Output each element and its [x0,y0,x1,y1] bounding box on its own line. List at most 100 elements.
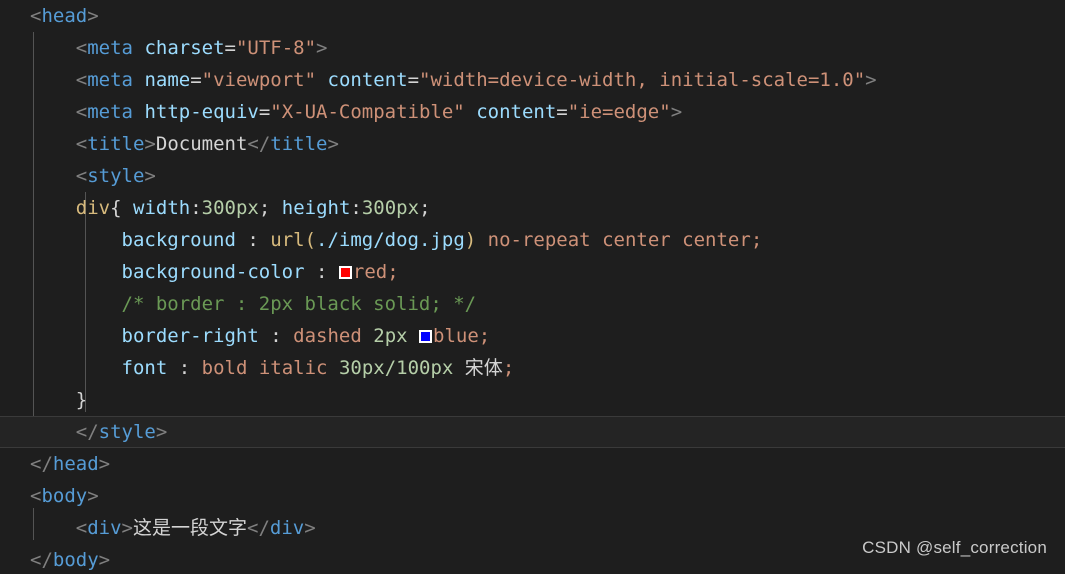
angle-bracket-close: > [87,485,99,507]
code-line-15[interactable]: </head> [0,448,1065,480]
equals-sign: = [258,101,271,123]
css-property-border-right: border-right [121,325,259,347]
code-line-13[interactable]: } [0,384,1065,416]
code-line-6[interactable]: <style> [0,160,1065,192]
closing-bracket-open: </ [75,421,99,443]
attribute-charset: charset [144,37,225,59]
div-text-content: 这是一段文字 [133,517,248,539]
tag-name-style: style [87,165,145,187]
equals-sign: = [407,69,420,91]
tag-name-div: div [87,517,122,539]
angle-bracket-open: < [30,5,42,27]
brace-open: { [110,197,122,219]
css-comment-border: /* border : 2px black solid; */ [121,293,477,315]
tag-name-meta: meta [87,37,133,59]
angle-bracket-open: < [75,517,88,539]
css-keyword-bold: bold [201,357,248,379]
closing-bracket-open: </ [247,517,270,539]
angle-bracket-open: < [75,133,88,155]
css-value-blue: blue [433,325,479,347]
code-line-16[interactable]: <body> [0,480,1065,512]
css-property-width: width [133,197,191,219]
colon: : [316,261,328,283]
closing-bracket-close: > [155,421,168,443]
code-line-12[interactable]: font : bold italic 30px/100px 宋体; [0,352,1065,384]
css-value-border-width: 2px [373,325,408,347]
brace-close: } [75,389,88,411]
css-keyword-no-repeat: no-repeat [487,229,591,251]
code-line-2[interactable]: <meta charset="UTF-8"> [0,32,1065,64]
code-editor[interactable]: <head> <meta charset="UTF-8"> <meta name… [0,0,1065,574]
closing-bracket-close: > [327,133,339,155]
attribute-value: "width=device-width, initial-scale=1.0" [419,69,866,91]
code-line-10[interactable]: /* border : 2px black solid; */ [0,288,1065,320]
code-line-1[interactable]: <head> [0,0,1065,32]
closing-tag-name-body: body [52,549,99,571]
css-selector-div: div [75,197,111,219]
closing-tag-name-head: head [52,453,99,475]
attribute-value: "UTF-8" [235,37,317,59]
csdn-watermark: CSDN @self_correction [862,538,1047,557]
paren-open: ( [304,229,317,251]
css-property-background: background [121,229,236,251]
colon: : [247,229,259,251]
code-line-5[interactable]: <title>Document</title> [0,128,1065,160]
attribute-name: name [144,69,191,91]
colon: : [190,197,202,219]
css-keyword-italic: italic [258,357,328,379]
code-line-3[interactable]: <meta name="viewport" content="width=dev… [0,64,1065,96]
title-text: Document [155,133,248,155]
angle-bracket-close: > [121,517,133,539]
code-line-4[interactable]: <meta http-equiv="X-UA-Compatible" conte… [0,96,1065,128]
attribute-http-equiv: http-equiv [144,101,259,123]
equals-sign: = [190,69,202,91]
tag-name-meta: meta [87,69,133,91]
tag-name-head: head [41,5,88,27]
attribute-value: "ie=edge" [567,101,671,123]
code-line-11[interactable]: border-right : dashed 2px blue; [0,320,1065,352]
code-line-7[interactable]: div{ width:300px; height:300px; [0,192,1065,224]
colon: : [350,197,362,219]
semicolon: ; [502,357,515,379]
closing-bracket-open: </ [247,133,271,155]
color-swatch-red[interactable] [338,266,352,279]
semicolon: ; [478,325,491,347]
css-property-height: height [281,197,351,219]
attribute-value: "X-UA-Compatible" [270,101,465,123]
angle-bracket-close: > [316,37,328,59]
angle-bracket-open: < [75,37,88,59]
angle-bracket-close: > [865,69,877,91]
equals-sign: = [224,37,236,59]
angle-bracket-close: > [670,101,683,123]
closing-bracket-close: > [304,517,316,539]
color-swatch-blue[interactable] [419,330,433,343]
angle-bracket-close: > [144,133,156,155]
semicolon: ; [387,261,399,283]
code-line-8[interactable]: background : url(./img/dog.jpg) no-repea… [0,224,1065,256]
paren-close: ) [464,229,477,251]
angle-bracket-open: < [75,165,88,187]
css-value-red: red [352,261,388,283]
css-property-font: font [121,357,168,379]
tag-name-meta: meta [87,101,133,123]
css-value-height: 300px [361,197,420,219]
css-property-background-color: background-color [121,261,305,283]
angle-bracket-open: < [75,69,88,91]
code-line-14-current[interactable]: </style> [0,416,1065,448]
closing-tag-name-title: title [270,133,328,155]
code-line-9[interactable]: background-color : red; [0,256,1065,288]
css-keyword-center-x: center [602,229,671,251]
angle-bracket-open: < [75,101,88,123]
css-value-width: 300px [201,197,259,219]
closing-tag-name-style: style [98,421,156,443]
tag-name-title: title [87,133,145,155]
attribute-content: content [476,101,557,123]
closing-bracket-open: </ [30,453,53,475]
closing-tag-name-div: div [269,517,305,539]
closing-bracket-open: </ [30,549,53,571]
semicolon: ; [419,197,431,219]
angle-bracket-close: > [87,5,99,27]
css-value-font-family: 宋体 [464,357,503,379]
angle-bracket-close: > [144,165,156,187]
colon: : [178,357,191,379]
